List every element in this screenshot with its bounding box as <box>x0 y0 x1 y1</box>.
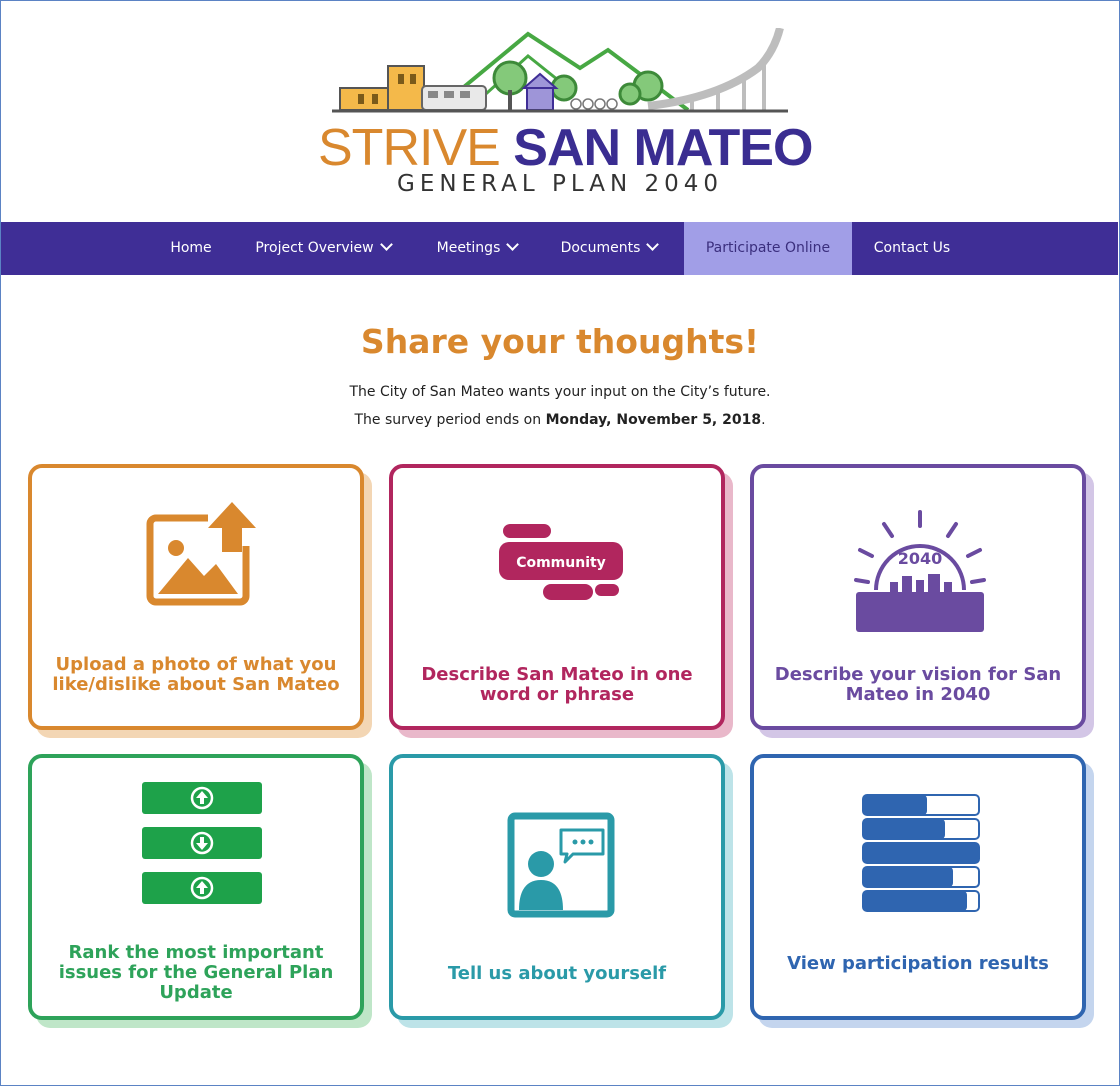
card-about-yourself-label: Tell us about yourself <box>447 963 667 984</box>
logo-title-san-mateo: SAN MATEO <box>513 119 813 177</box>
chevron-down-icon <box>506 238 520 251</box>
main-nav: Home Project Overview Meetings Documents… <box>1 222 1118 275</box>
chevron-down-icon <box>379 238 393 251</box>
nav-participate-online[interactable]: Participate Online <box>684 222 852 275</box>
card-about-yourself[interactable]: Tell us about yourself <box>389 754 725 1020</box>
nav-project-overview[interactable]: Project Overview <box>237 222 409 275</box>
nav-meetings[interactable]: Meetings <box>419 222 535 275</box>
word-bubble-text: Community <box>516 555 606 571</box>
logo-illustration <box>332 28 788 113</box>
profile-chat-icon <box>507 812 615 918</box>
nav-home-label: Home <box>170 240 212 256</box>
chevron-down-icon <box>646 238 660 251</box>
photo-upload-icon <box>146 498 256 606</box>
logo-subtitle: GENERAL PLAN 2040 <box>397 171 723 197</box>
nav-contact-us[interactable]: Contact Us <box>857 222 967 275</box>
card-vision-2040-label: Describe your vision for San Mateo in 20… <box>774 664 1062 705</box>
card-describe-word-label: Describe San Mateo in one word or phrase <box>421 664 693 705</box>
card-view-results-label: View participation results <box>787 953 1049 974</box>
word-bubble-icon: Community <box>499 524 623 600</box>
card-view-results[interactable]: View participation results <box>750 754 1086 1020</box>
page-heading: Share your thoughts! <box>360 322 760 361</box>
card-describe-word[interactable]: Community Describe San Mateo in one word… <box>389 464 725 730</box>
nav-meetings-label: Meetings <box>436 240 501 256</box>
nav-participate-online-label: Participate Online <box>705 240 831 256</box>
card-upload-photo-label: Upload a photo of what you like/dislike … <box>52 654 340 695</box>
site-logo[interactable]: STRIVE SAN MATEO GENERAL PLAN 2040 <box>318 28 813 200</box>
vision-year-text: 2040 <box>898 549 943 568</box>
logo-title-strive: STRIVE <box>318 119 501 177</box>
card-vision-2040[interactable]: 2040 Describe your vision for San Mateo … <box>750 464 1086 730</box>
deadline-prefix: The survey period ends on <box>354 412 546 428</box>
deadline-date: Monday, November 5, 2018 <box>545 412 762 428</box>
sunrise-city-icon: 2040 <box>854 510 986 632</box>
nav-contact-us-label: Contact Us <box>873 240 951 256</box>
card-rank-issues-label: Rank the most important issues for the G… <box>58 942 334 1003</box>
card-upload-photo[interactable]: Upload a photo of what you like/dislike … <box>28 464 364 730</box>
nav-documents[interactable]: Documents <box>545 222 673 275</box>
nav-documents-label: Documents <box>560 240 641 256</box>
deadline-suffix: . <box>761 412 766 428</box>
results-bars-icon <box>862 794 980 912</box>
survey-deadline-text: The survey period ends on Monday, Novemb… <box>0 412 1120 428</box>
nav-project-overview-label: Project Overview <box>255 240 374 256</box>
logo-title: STRIVE SAN MATEO <box>318 118 813 178</box>
intro-text: The City of San Mateo wants your input o… <box>349 384 771 400</box>
card-rank-issues[interactable]: Rank the most important issues for the G… <box>28 754 364 1020</box>
ranking-icon <box>142 782 262 904</box>
nav-home[interactable]: Home <box>155 222 227 275</box>
